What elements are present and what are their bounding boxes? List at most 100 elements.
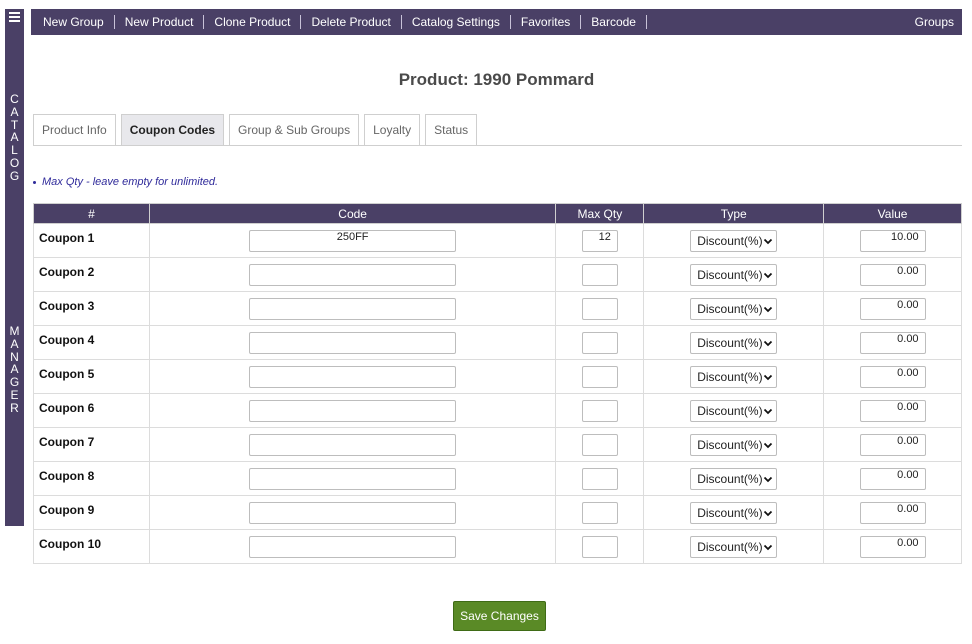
value-input[interactable]: 0.00	[859, 467, 926, 490]
nav-catalog-settings[interactable]: Catalog Settings	[402, 15, 511, 29]
header-code: Code	[148, 203, 557, 224]
coupon-code-input[interactable]	[249, 535, 457, 558]
value-cell: 0.00	[823, 461, 962, 496]
nav-new-group[interactable]: New Group	[31, 15, 115, 29]
value-input[interactable]: 10.00	[859, 229, 926, 252]
type-select[interactable]: Discount(%)	[690, 535, 778, 558]
type-select[interactable]: Discount(%)	[690, 297, 778, 320]
code-cell	[148, 359, 557, 394]
type-select[interactable]: Discount(%)	[690, 263, 778, 286]
top-nav-bar: New Group New Product Clone Product Delete …	[31, 9, 962, 35]
coupon-label: Coupon 6	[33, 393, 150, 428]
code-cell	[148, 495, 557, 530]
coupon-label: Coupon 3	[33, 291, 150, 326]
nav-new-product[interactable]: New Product	[115, 15, 205, 29]
value-input[interactable]: 0.00	[859, 297, 926, 320]
coupon-code-input[interactable]	[249, 263, 457, 286]
chevron-down-icon	[763, 542, 773, 552]
max-qty-cell	[555, 291, 645, 326]
sidebar-letter: A	[10, 104, 19, 119]
page-title: Product: 1990 Pommard	[398, 70, 595, 89]
coupon-code-input[interactable]	[249, 467, 457, 490]
max-qty-input[interactable]	[581, 297, 618, 320]
max-qty-cell	[555, 427, 645, 462]
max-qty-cell	[555, 529, 645, 564]
nav-clone-product[interactable]: Clone Product	[204, 15, 302, 29]
table-row: Coupon 6 Discount(%) 0.00	[33, 393, 962, 428]
coupon-label: Coupon 7	[33, 427, 150, 462]
max-qty-input[interactable]	[581, 433, 618, 456]
catalog-manager-sidebar: CATALOG MANAGER	[5, 9, 24, 526]
type-select[interactable]: Discount(%)	[690, 229, 778, 252]
type-select[interactable]: Discount(%)	[690, 501, 778, 524]
type-select-value: Discount(%)	[697, 437, 763, 452]
tab-group-sub-groups[interactable]: Group & Sub Groups	[229, 114, 360, 145]
nav-groups-link[interactable]: Groups	[915, 15, 962, 29]
max-qty-input[interactable]	[581, 399, 618, 422]
max-qty-input[interactable]	[581, 467, 618, 490]
chevron-down-icon	[763, 236, 773, 246]
value-cell: 0.00	[823, 291, 962, 326]
coupon-code-input[interactable]	[249, 331, 457, 354]
coupon-code-input[interactable]	[249, 501, 457, 524]
value-cell: 0.00	[823, 529, 962, 564]
type-cell: Discount(%)	[643, 495, 825, 530]
sidebar-letter: R	[10, 400, 19, 415]
tab-loyalty[interactable]: Loyalty	[364, 114, 421, 145]
table-row: Coupon 7 Discount(%) 0.00	[33, 427, 962, 462]
max-qty-input[interactable]	[581, 501, 618, 524]
coupon-label: Coupon 1	[33, 223, 150, 258]
hamburger-menu-icon[interactable]	[9, 12, 20, 22]
value-input[interactable]: 0.00	[859, 535, 926, 558]
table-row: Coupon 8 Discount(%) 0.00	[33, 461, 962, 496]
max-qty-cell	[555, 359, 645, 394]
chevron-down-icon	[763, 440, 773, 450]
type-cell: Discount(%)	[643, 359, 825, 394]
coupon-code-input[interactable]: 250FF	[249, 229, 457, 252]
sidebar-letter: M	[9, 324, 20, 338]
sidebar-letter: E	[10, 387, 19, 402]
table-row: Coupon 3 Discount(%) 0.00	[33, 291, 962, 326]
code-cell	[148, 325, 557, 360]
max-qty-cell	[555, 495, 645, 530]
type-cell: Discount(%)	[643, 223, 825, 258]
value-input[interactable]: 0.00	[859, 399, 926, 422]
max-qty-input[interactable]	[581, 535, 618, 558]
max-qty-input[interactable]	[581, 365, 618, 388]
table-row: Coupon 4 Discount(%) 0.00	[33, 325, 962, 360]
value-input[interactable]: 0.00	[859, 501, 926, 524]
type-select[interactable]: Discount(%)	[690, 399, 778, 422]
nav-favorites[interactable]: Favorites	[511, 15, 582, 29]
sidebar-letter: O	[9, 155, 20, 170]
sidebar-letter: A	[10, 336, 19, 351]
tab-coupon-codes[interactable]: Coupon Codes	[120, 114, 225, 145]
header-value: Value	[823, 203, 962, 224]
nav-delete-product[interactable]: Delete Product	[301, 15, 402, 29]
table-header-row: # Code Max Qty Type Value	[33, 203, 962, 224]
type-select-value: Discount(%)	[697, 471, 763, 486]
coupon-code-input[interactable]	[249, 433, 457, 456]
value-cell: 0.00	[823, 359, 962, 394]
type-select-value: Discount(%)	[697, 539, 763, 554]
type-select-value: Discount(%)	[697, 233, 763, 248]
max-qty-input[interactable]	[581, 331, 618, 354]
nav-barcode[interactable]: Barcode	[581, 15, 647, 29]
type-select[interactable]: Discount(%)	[690, 467, 778, 490]
coupon-code-input[interactable]	[249, 399, 457, 422]
max-qty-input[interactable]: 12	[581, 229, 618, 252]
value-input[interactable]: 0.00	[859, 331, 926, 354]
type-select[interactable]: Discount(%)	[690, 331, 778, 354]
value-input[interactable]: 0.00	[859, 433, 926, 456]
max-qty-input[interactable]	[581, 263, 618, 286]
coupon-code-input[interactable]	[249, 365, 457, 388]
tab-status[interactable]: Status	[425, 114, 478, 145]
type-select-value: Discount(%)	[697, 335, 763, 350]
type-select[interactable]: Discount(%)	[690, 365, 778, 388]
save-changes-button[interactable]: Save Changes	[453, 601, 546, 631]
type-cell: Discount(%)	[643, 529, 825, 564]
tab-product-info[interactable]: Product Info	[33, 114, 116, 145]
value-input[interactable]: 0.00	[859, 365, 926, 388]
value-input[interactable]: 0.00	[859, 263, 926, 286]
type-select[interactable]: Discount(%)	[690, 433, 778, 456]
coupon-code-input[interactable]	[249, 297, 457, 320]
